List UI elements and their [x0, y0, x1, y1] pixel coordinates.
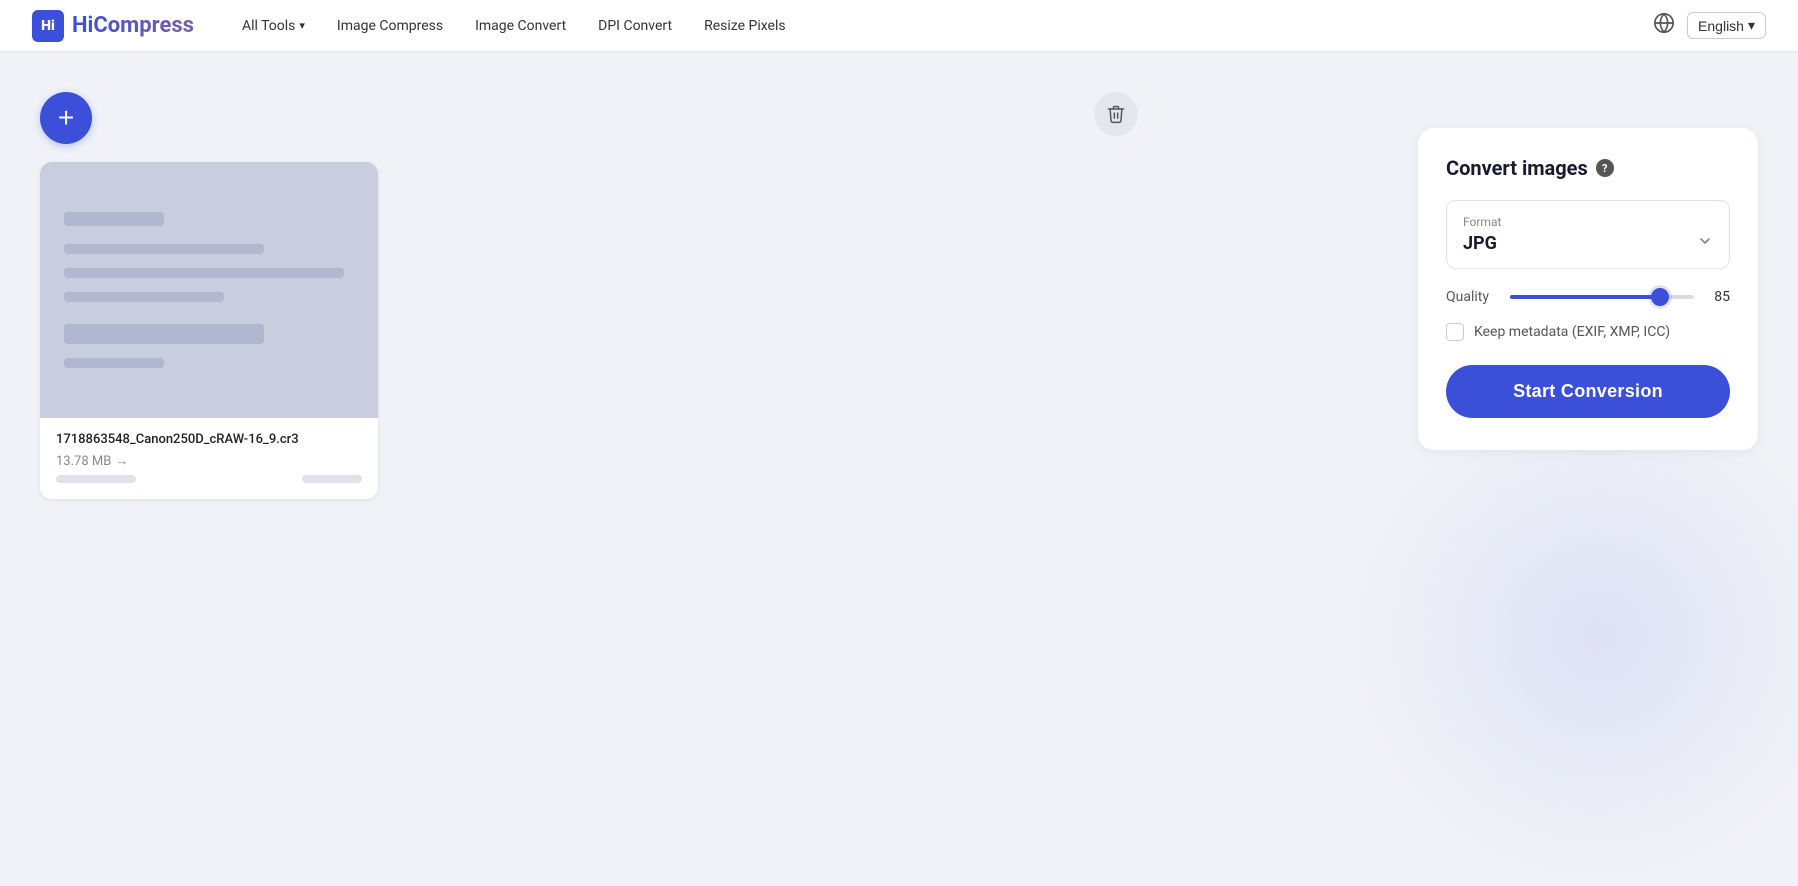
format-select[interactable]: Format JPG	[1446, 200, 1730, 269]
nav-image-compress[interactable]: Image Compress	[337, 18, 443, 34]
trash-icon	[1106, 104, 1126, 124]
file-card: 1718863548_Canon250D_cRAW-16_9.cr3 13.78…	[40, 162, 378, 499]
logo-text: HiCompress	[72, 13, 194, 38]
preview-line-2	[64, 244, 264, 254]
language-button[interactable]: English ▾	[1687, 12, 1766, 39]
bg-decoration	[1348, 386, 1798, 886]
nav-image-convert[interactable]: Image Convert	[475, 18, 566, 34]
quality-row: Quality 85	[1446, 289, 1730, 305]
main-content: + 1718863548_Canon250D_cRAW-16_9.cr3 13.…	[0, 52, 1798, 786]
metadata-checkbox[interactable]	[1446, 323, 1464, 341]
format-value-row: JPG	[1463, 233, 1713, 254]
quality-slider[interactable]	[1510, 295, 1694, 299]
format-chevron-icon	[1697, 233, 1713, 254]
file-meta: 13.78 MB →	[56, 453, 362, 469]
nav-resize-pixels[interactable]: Resize Pixels	[704, 18, 786, 34]
file-info: 1718863548_Canon250D_cRAW-16_9.cr3 13.78…	[40, 418, 378, 499]
preview-line-1	[64, 212, 164, 226]
delete-button[interactable]	[1094, 92, 1138, 136]
sidebar-panel: Convert images ? Format JPG Quality 85	[1418, 128, 1758, 450]
logo-icon: Hi	[32, 10, 64, 42]
panel-title: Convert images ?	[1446, 156, 1730, 180]
quality-label: Quality	[1446, 289, 1498, 305]
metadata-label: Keep metadata (EXIF, XMP, ICC)	[1474, 324, 1670, 340]
progress-bar-left	[56, 475, 136, 483]
file-name: 1718863548_Canon250D_cRAW-16_9.cr3	[56, 432, 362, 447]
nav-dpi-convert[interactable]: DPI Convert	[598, 18, 672, 34]
quality-value: 85	[1706, 289, 1730, 305]
nav-right: English ▾	[1653, 12, 1766, 39]
navbar: Hi HiCompress All Tools ▾ Image Compress…	[0, 0, 1798, 52]
preview-line-6	[64, 358, 164, 368]
nav-all-tools[interactable]: All Tools ▾	[242, 18, 305, 34]
preview-line-5	[64, 324, 264, 344]
add-file-button[interactable]: +	[40, 92, 92, 144]
start-conversion-button[interactable]: Start Conversion	[1446, 365, 1730, 418]
metadata-checkbox-row: Keep metadata (EXIF, XMP, ICC)	[1446, 323, 1730, 341]
preview-line-3	[64, 268, 344, 278]
arrow-icon: →	[115, 453, 128, 469]
globe-icon[interactable]	[1653, 12, 1675, 39]
lang-chevron-icon: ▾	[1748, 17, 1755, 34]
logo[interactable]: Hi HiCompress	[32, 10, 194, 42]
plus-icon: +	[58, 102, 74, 134]
nav-links: All Tools ▾ Image Compress Image Convert…	[242, 18, 1653, 34]
chevron-down-icon: ▾	[299, 19, 305, 32]
format-value: JPG	[1463, 233, 1497, 254]
format-label: Format	[1463, 215, 1713, 229]
file-progress-row	[56, 475, 362, 483]
progress-bar-right	[302, 475, 362, 483]
preview-line-4	[64, 292, 224, 302]
file-preview	[40, 162, 378, 418]
file-size: 13.78 MB	[56, 454, 111, 469]
help-icon[interactable]: ?	[1596, 159, 1614, 177]
